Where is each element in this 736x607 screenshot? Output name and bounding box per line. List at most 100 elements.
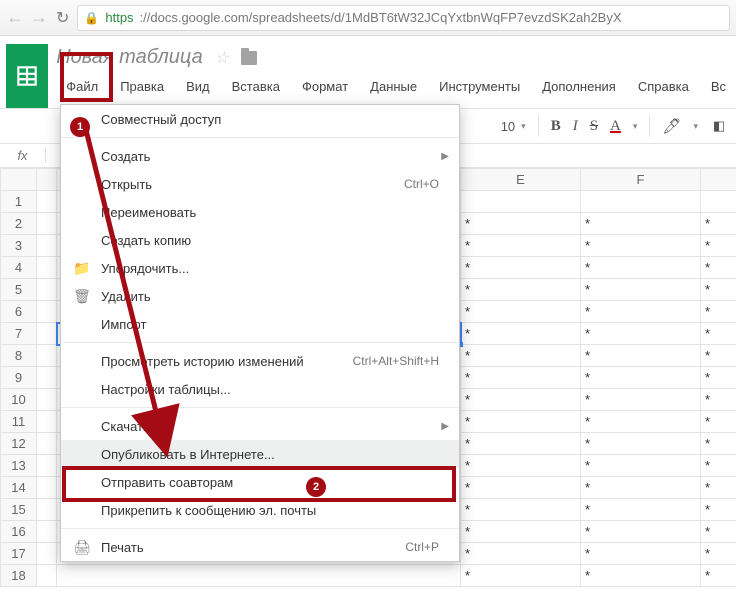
menu-инструменты[interactable]: Инструменты [429,75,530,98]
row-header[interactable]: 4 [1,257,37,279]
cell[interactable] [37,477,57,499]
cell[interactable]: * [581,257,701,279]
menu-вставка[interactable]: Вставка [222,75,290,98]
row-header[interactable]: 6 [1,301,37,323]
strike-button[interactable]: S [590,118,598,135]
cell[interactable]: * [701,279,736,301]
text-color-button[interactable]: A [610,118,621,135]
cell[interactable]: * [701,521,736,543]
cell[interactable]: * [461,323,581,345]
folder-icon[interactable] [241,51,257,65]
file-menu-item[interactable]: 📁Упорядочить... [61,254,459,282]
cell[interactable]: * [701,499,736,521]
row-header[interactable]: 1 [1,191,37,213]
cell[interactable] [37,191,57,213]
cell[interactable]: * [461,213,581,235]
url-bar[interactable]: 🔒 https ://docs.google.com/spreadsheets/… [77,5,730,31]
cell[interactable] [37,389,57,411]
cell[interactable]: * [581,213,701,235]
file-menu-item[interactable]: Совместный доступ [61,105,459,133]
file-menu-item[interactable]: Импорт [61,310,459,338]
menu-справка[interactable]: Справка [628,75,699,98]
file-menu-item[interactable]: Прикрепить к сообщению эл. почты [61,496,459,524]
file-menu-item[interactable]: Скачать как▶ [61,412,459,440]
cell[interactable]: * [701,301,736,323]
cell[interactable]: * [701,477,736,499]
nav-back-icon[interactable]: ← [6,7,24,28]
cell[interactable]: * [461,521,581,543]
cell[interactable] [37,521,57,543]
row-header[interactable]: 13 [1,455,37,477]
menu-вид[interactable]: Вид [176,75,220,98]
row-header[interactable]: 10 [1,389,37,411]
cell[interactable]: * [581,279,701,301]
cell[interactable] [37,499,57,521]
cell[interactable]: * [461,477,581,499]
col-header[interactable] [701,169,736,191]
col-header[interactable]: F [581,169,701,191]
cell[interactable] [37,433,57,455]
cell[interactable]: * [701,257,736,279]
cell[interactable]: * [461,367,581,389]
cell[interactable]: * [581,411,701,433]
col-header[interactable] [37,169,57,191]
fill-color-button[interactable]: 🖊 [662,117,681,135]
cell[interactable] [37,235,57,257]
file-menu-item[interactable]: Настройки таблицы... [61,375,459,403]
cell[interactable]: * [701,345,736,367]
cell[interactable]: * [581,455,701,477]
row-header[interactable]: 7 [1,323,37,345]
cell[interactable]: * [581,565,701,587]
menu-дополнения[interactable]: Дополнения [532,75,626,98]
cell[interactable] [581,191,701,213]
file-menu-item[interactable]: 🖨ПечатьCtrl+P [61,533,459,561]
row-header[interactable]: 9 [1,367,37,389]
file-menu-item[interactable]: Отправить соавторам [61,468,459,496]
nav-forward-icon[interactable]: → [30,7,48,28]
doc-title[interactable]: Новая таблица [56,46,202,69]
row-header[interactable]: 2 [1,213,37,235]
cell[interactable]: * [581,521,701,543]
menu-формат[interactable]: Формат [292,75,358,98]
row-header[interactable]: 5 [1,279,37,301]
cell[interactable]: * [701,565,736,587]
cell[interactable]: * [581,543,701,565]
cell[interactable] [37,565,57,587]
file-menu-item[interactable]: 🗑Удалить [61,282,459,310]
row-header[interactable]: 18 [1,565,37,587]
cell[interactable]: * [461,345,581,367]
menu-файл[interactable]: Файл [56,75,108,98]
file-menu-item[interactable]: Переименовать [61,198,459,226]
menu-правка[interactable]: Правка [110,75,174,98]
cell[interactable] [701,191,736,213]
cell[interactable] [37,455,57,477]
cell[interactable]: * [461,411,581,433]
row-header[interactable]: 15 [1,499,37,521]
menu-вс[interactable]: Вс [701,75,736,98]
row-header[interactable]: 14 [1,477,37,499]
cell[interactable]: * [461,389,581,411]
cell[interactable]: * [701,367,736,389]
cell[interactable]: * [461,499,581,521]
cell[interactable] [37,213,57,235]
cell[interactable]: * [581,301,701,323]
cell[interactable]: * [701,433,736,455]
reload-icon[interactable]: ↻ [56,8,69,28]
cell[interactable]: * [461,455,581,477]
cell[interactable] [37,257,57,279]
cell[interactable]: * [581,367,701,389]
cell[interactable]: * [701,235,736,257]
row-header[interactable]: 8 [1,345,37,367]
cell[interactable]: * [701,455,736,477]
cell[interactable]: * [581,235,701,257]
file-menu-item[interactable]: ОткрытьCtrl+O [61,170,459,198]
file-menu-item[interactable]: Опубликовать в Интернете... [61,440,459,468]
row-header[interactable]: 11 [1,411,37,433]
cell[interactable]: * [581,433,701,455]
cell[interactable]: * [581,389,701,411]
cell[interactable]: * [701,323,736,345]
cell[interactable] [37,345,57,367]
cell[interactable] [37,323,57,345]
cell[interactable]: * [461,235,581,257]
cell[interactable]: * [581,345,701,367]
